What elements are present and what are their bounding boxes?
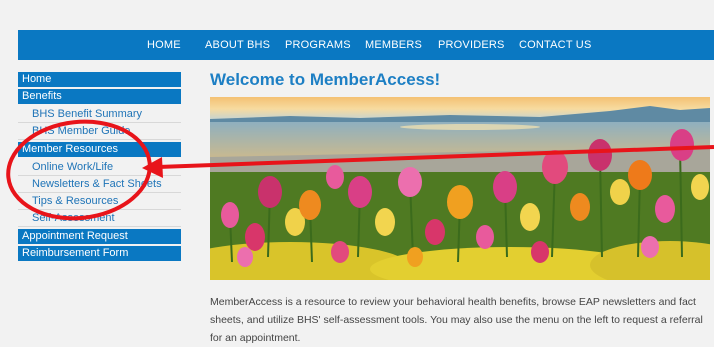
sidebar-item-newsletters[interactable]: Newsletters & Fact Sheets <box>18 176 181 193</box>
page-title: Welcome to MemberAccess! <box>210 70 441 89</box>
sidebar-item-benefit-summary[interactable]: BHS Benefit Summary <box>18 106 181 123</box>
sidebar-item-benefits[interactable]: Benefits <box>18 89 181 104</box>
top-navigation-bar: HOME ABOUT BHS PROGRAMS MEMBERS PROVIDER… <box>18 30 714 60</box>
sidebar-item-online-worklife[interactable]: Online Work/Life <box>18 159 181 176</box>
sidebar-item-member-guide[interactable]: BHS Member Guide <box>18 123 181 140</box>
hero-tulip-image <box>210 97 710 280</box>
nav-members-link[interactable]: MEMBERS <box>365 30 422 60</box>
nav-providers-link[interactable]: PROVIDERS <box>438 30 505 60</box>
intro-paragraph: MemberAccess is a resource to review you… <box>210 296 703 344</box>
nav-programs-link[interactable]: PROGRAMS <box>285 30 351 60</box>
sidebar-item-self-assessment[interactable]: Self-Assessment <box>18 210 181 227</box>
sidebar-menu: Home Benefits BHS Benefit Summary BHS Me… <box>18 72 181 263</box>
sidebar-item-reimbursement[interactable]: Reimbursement Form <box>18 246 181 261</box>
sidebar-item-appointment[interactable]: Appointment Request <box>18 229 181 244</box>
sidebar-item-home[interactable]: Home <box>18 72 181 87</box>
nav-home-link[interactable]: HOME <box>147 30 181 60</box>
nav-contact-link[interactable]: CONTACT US <box>519 30 592 60</box>
sidebar-item-tips[interactable]: Tips & Resources <box>18 193 181 210</box>
nav-about-link[interactable]: ABOUT BHS <box>205 30 270 60</box>
sidebar-item-member-resources[interactable]: Member Resources <box>18 142 181 157</box>
